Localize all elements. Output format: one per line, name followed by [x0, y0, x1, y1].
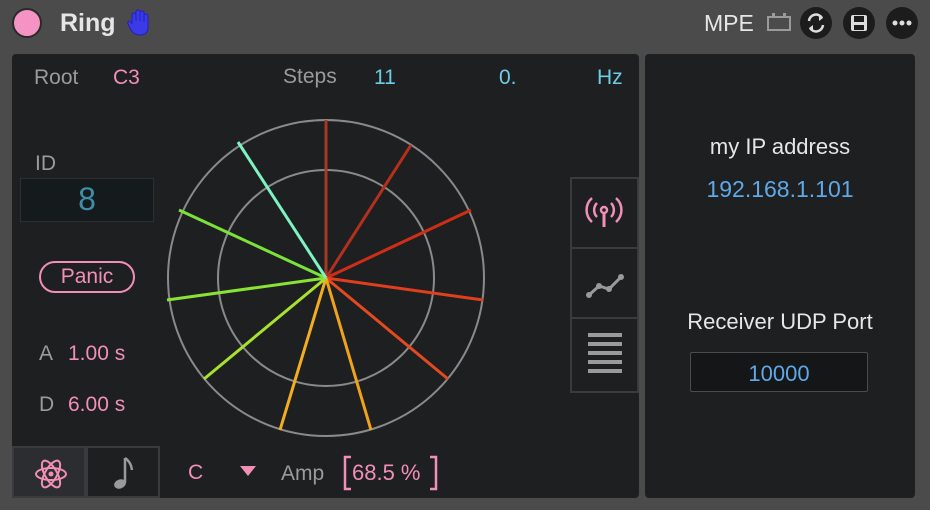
- graph-icon: [586, 274, 624, 298]
- note-icon: [114, 456, 134, 489]
- tab-atom[interactable]: [12, 446, 86, 498]
- mpe-label: MPE: [704, 10, 754, 36]
- freq-value[interactable]: 0.: [499, 66, 517, 90]
- attack-label: A: [39, 342, 54, 365]
- freq-unit[interactable]: Hz: [597, 66, 623, 90]
- atom-icon: [35, 459, 67, 489]
- mpe-icon[interactable]: [766, 12, 792, 34]
- tab-note[interactable]: [86, 446, 160, 498]
- amp-field[interactable]: 68.5 %: [343, 455, 438, 491]
- ring-display[interactable]: [160, 112, 494, 446]
- chevron-down-icon[interactable]: [238, 464, 258, 478]
- antenna-icon: [585, 197, 623, 227]
- device-window: Ring MPE Root C3 Steps 11 0. Hz ID 8 Pan…: [0, 0, 930, 510]
- panic-button[interactable]: Panic: [39, 261, 135, 293]
- mode-tabs: [12, 446, 164, 498]
- ip-label: my IP address: [709, 134, 851, 159]
- refresh-icon: [807, 13, 825, 33]
- more-icon: [892, 20, 912, 26]
- more-button[interactable]: [886, 7, 918, 39]
- decay-label: D: [39, 393, 55, 416]
- view-tabs: [570, 177, 639, 393]
- id-field[interactable]: 8: [20, 178, 154, 222]
- tab-network[interactable]: [572, 179, 637, 249]
- refresh-button[interactable]: [800, 7, 832, 39]
- id-value: 8: [78, 181, 96, 217]
- steps-value[interactable]: 11: [374, 66, 396, 90]
- port-label: Receiver UDP Port: [687, 309, 873, 334]
- power-toggle[interactable]: [12, 8, 42, 38]
- device-title: Ring: [60, 9, 116, 37]
- title-bar: Ring MPE: [0, 0, 930, 46]
- ip-value: 192.168.1.101: [706, 176, 854, 202]
- decay-value[interactable]: 6.00 s: [68, 393, 125, 417]
- hand-icon[interactable]: [126, 8, 154, 38]
- attack-value[interactable]: 1.00 s: [68, 342, 125, 366]
- steps-label: Steps: [283, 65, 337, 88]
- save-button[interactable]: [843, 7, 875, 39]
- tab-curve[interactable]: [572, 249, 637, 319]
- root-label: Root: [34, 66, 79, 89]
- port-field[interactable]: 10000: [690, 352, 868, 392]
- amp-value: 68.5 %: [352, 460, 421, 485]
- lines-icon: [588, 333, 622, 373]
- amp-label: Amp: [281, 462, 325, 485]
- key-value[interactable]: C: [188, 461, 203, 485]
- root-value[interactable]: C3: [113, 66, 140, 90]
- id-label: ID: [35, 152, 56, 175]
- tab-list[interactable]: [572, 319, 637, 389]
- network-panel: [645, 54, 915, 498]
- save-icon: [851, 15, 867, 31]
- port-value: 10000: [748, 361, 810, 386]
